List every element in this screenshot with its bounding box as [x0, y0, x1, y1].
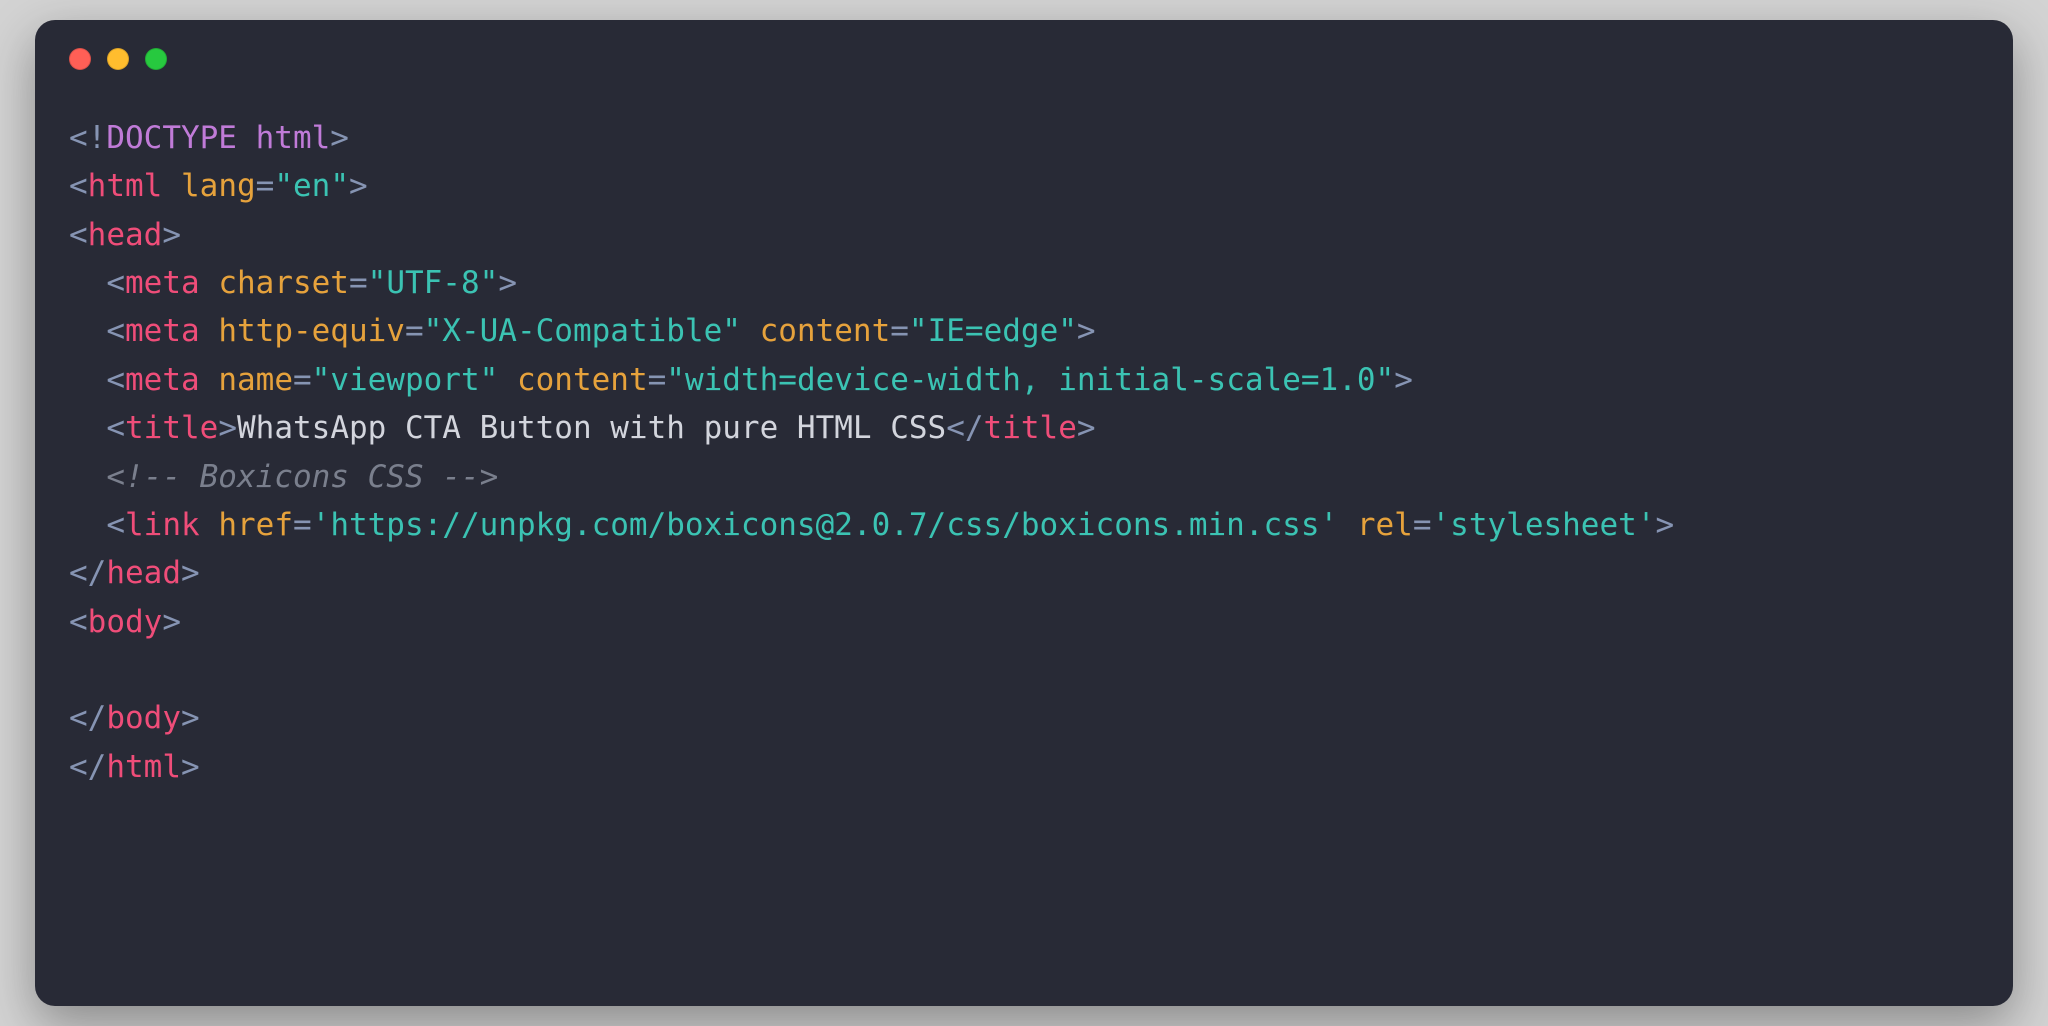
meta2-attr2: content: [760, 313, 891, 349]
title-close-open: </: [946, 410, 983, 446]
meta3-val2: "width=device-width, initial-scale=1.0": [666, 362, 1394, 398]
meta1-open: <: [106, 265, 125, 301]
eq: =: [293, 507, 312, 543]
html-close-open: </: [69, 749, 106, 785]
head-close-close: >: [181, 555, 200, 591]
meta2-close: >: [1077, 313, 1096, 349]
meta3-close: >: [1394, 362, 1413, 398]
meta1-val: "UTF-8": [368, 265, 499, 301]
link-close: >: [1655, 507, 1674, 543]
link-val1: 'https://unpkg.com/boxicons@2.0.7/css/bo…: [312, 507, 1357, 543]
link-tag: link: [125, 507, 218, 543]
head-close-open: </: [69, 555, 106, 591]
body-close-tag: body: [106, 700, 181, 736]
meta3-attr2: content: [517, 362, 648, 398]
meta2-tag: meta: [125, 313, 218, 349]
lang-attr: lang: [181, 168, 256, 204]
html-open-bracket: <: [69, 168, 88, 204]
body-open-close: >: [162, 604, 181, 640]
link-val2: 'stylesheet': [1432, 507, 1656, 543]
doctype-html: html: [256, 120, 331, 156]
meta2-val2: "IE=edge": [909, 313, 1077, 349]
meta2-attr1: http-equiv: [218, 313, 405, 349]
head-tag: head: [88, 217, 163, 253]
doctype-open: <!: [69, 120, 106, 156]
meta1-attr: charset: [218, 265, 349, 301]
close-icon[interactable]: [69, 48, 91, 70]
window-titlebar: [35, 20, 2013, 98]
title-tag: title: [125, 410, 218, 446]
code-window: <!DOCTYPE html> <html lang="en"> <head> …: [35, 20, 2013, 1006]
title-open-bracket: <: [106, 410, 125, 446]
body-open-tag: body: [88, 604, 163, 640]
meta1-tag: meta: [125, 265, 218, 301]
body-close-close: >: [181, 700, 200, 736]
eq: =: [293, 362, 312, 398]
title-close-close: >: [1077, 410, 1096, 446]
doctype-close: >: [330, 120, 349, 156]
title-open-close: >: [218, 410, 237, 446]
html-close-tag: html: [106, 749, 181, 785]
head-open-close: >: [162, 217, 181, 253]
eq: =: [405, 313, 424, 349]
body-close-open: </: [69, 700, 106, 736]
eq: =: [1413, 507, 1432, 543]
meta2-val1: "X-UA-Compatible": [424, 313, 760, 349]
meta3-attr1: name: [218, 362, 293, 398]
meta2-open: <: [106, 313, 125, 349]
eq: =: [349, 265, 368, 301]
code-block: <!DOCTYPE html> <html lang="en"> <head> …: [35, 98, 2013, 825]
doctype-keyword: DOCTYPE: [106, 120, 255, 156]
body-open-bracket: <: [69, 604, 88, 640]
html-close-close: >: [181, 749, 200, 785]
minimize-icon[interactable]: [107, 48, 129, 70]
title-close-tag: title: [984, 410, 1077, 446]
eq: =: [648, 362, 667, 398]
link-attr2: rel: [1357, 507, 1413, 543]
meta3-tag: meta: [125, 362, 218, 398]
head-close-tag: head: [106, 555, 181, 591]
meta3-open: <: [106, 362, 125, 398]
lang-value: "en": [274, 168, 349, 204]
eq: =: [256, 168, 275, 204]
meta3-val1: "viewport": [312, 362, 517, 398]
meta1-close: >: [498, 265, 517, 301]
title-text: WhatsApp CTA Button with pure HTML CSS: [237, 410, 946, 446]
link-attr1: href: [218, 507, 293, 543]
html-open-close: >: [349, 168, 368, 204]
head-open-bracket: <: [69, 217, 88, 253]
eq: =: [890, 313, 909, 349]
html-tag: html: [88, 168, 181, 204]
link-open: <: [106, 507, 125, 543]
maximize-icon[interactable]: [145, 48, 167, 70]
boxicons-comment: <!-- Boxicons CSS -->: [106, 459, 498, 495]
